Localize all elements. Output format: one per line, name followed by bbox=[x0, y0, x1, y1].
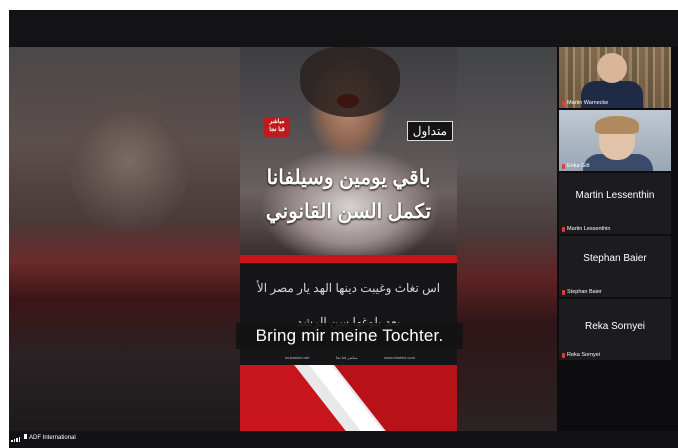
participant-tile-erika-gitt[interactable]: Erika Gitt bbox=[559, 110, 671, 171]
participant-display-name: Stephan Baier bbox=[583, 253, 647, 264]
participant-tile-reka-sornyei[interactable]: Reka Sornyei Reka Sornyei bbox=[559, 299, 671, 360]
blurred-background-right bbox=[457, 47, 557, 431]
caption-panel: اس تغاث وغيبت دينها الهد يار مصر الأ بعد… bbox=[240, 263, 457, 365]
participant-name: Erika Gitt bbox=[567, 163, 590, 169]
mic-muted-icon bbox=[562, 352, 565, 358]
signal-bars-icon bbox=[11, 437, 20, 442]
top-bar bbox=[9, 10, 678, 47]
mic-muted-icon bbox=[562, 163, 565, 169]
shared-screen[interactable]: مباشر قنا نجا متداول باقي يومين وسيلفانا… bbox=[9, 47, 557, 431]
participant-tile-martin-warnecke[interactable]: Martin Warnecke bbox=[559, 47, 671, 108]
blurred-background-left bbox=[9, 47, 240, 431]
participant-name: Martin Warnecke bbox=[567, 100, 609, 106]
panel-line1: اس تغاث وغيبت دينها الهد يار مصر الأ bbox=[256, 281, 441, 295]
mic-muted-icon bbox=[24, 434, 27, 439]
participant-tile-martin-lessenthin[interactable]: Martin Lessenthin Martin Lessenthin bbox=[559, 173, 671, 234]
participant-tile-stephan-baier[interactable]: Stephan Baier Stephan Baier bbox=[559, 236, 671, 297]
participant-name: Stephan Baier bbox=[567, 289, 602, 295]
presenter-name-text: ADF International bbox=[29, 435, 76, 441]
panel-footer-left: mubasher.net bbox=[285, 355, 310, 360]
presenter-name: ADF International bbox=[24, 434, 76, 441]
participant-label: Stephan Baier bbox=[562, 289, 602, 295]
bottom-bar: ADF International bbox=[9, 431, 678, 448]
red-band bbox=[240, 255, 457, 263]
logo-line2: قنا نجا bbox=[269, 127, 285, 133]
participant-display-name: Reka Sornyei bbox=[584, 321, 646, 332]
participant-label: Reka Sornyei bbox=[562, 352, 600, 358]
mic-muted-icon bbox=[562, 226, 565, 232]
panel-footer-right: www.elmihni.com bbox=[384, 355, 415, 360]
participant-label: Erika Gitt bbox=[562, 163, 590, 169]
video-headline: باقي يومين وسيلفانا تكمل السن القانوني bbox=[240, 161, 457, 229]
mic-muted-icon bbox=[562, 100, 565, 106]
subtitle-text: Bring mir meine Tochter. bbox=[255, 326, 444, 345]
meeting-window: مباشر قنا نجا متداول باقي يومين وسيلفانا… bbox=[9, 10, 678, 448]
participant-name: Reka Sornyei bbox=[567, 352, 601, 358]
subtitle-caption: Bring mir meine Tochter. bbox=[236, 323, 463, 349]
logo-line1: مباشر bbox=[269, 119, 285, 125]
news-video[interactable]: مباشر قنا نجا متداول باقي يومين وسيلفانا… bbox=[240, 47, 457, 431]
participant-label: Martin Lessenthin bbox=[562, 226, 610, 232]
red-graphic bbox=[240, 365, 457, 431]
panel-footer: mubasher.net مباشر قنا نجا www.elmihni.c… bbox=[285, 355, 415, 363]
participant-panel: Martin Warnecke Erika Gitt Martin Lessen… bbox=[559, 47, 671, 431]
participant-display-name: Martin Lessenthin bbox=[575, 190, 655, 201]
channel-logo: مباشر قنا نجا bbox=[264, 117, 290, 137]
participant-name: Martin Lessenthin bbox=[567, 226, 611, 232]
participant-label: Martin Warnecke bbox=[562, 100, 608, 106]
panel-footer-mid: مباشر قنا نجا bbox=[335, 355, 358, 360]
trending-badge: متداول bbox=[406, 121, 453, 141]
mic-muted-icon bbox=[562, 289, 565, 295]
headline-line2: تكمل السن القانوني bbox=[265, 201, 432, 223]
headline-line1: باقي يومين وسيلفانا bbox=[266, 167, 431, 189]
